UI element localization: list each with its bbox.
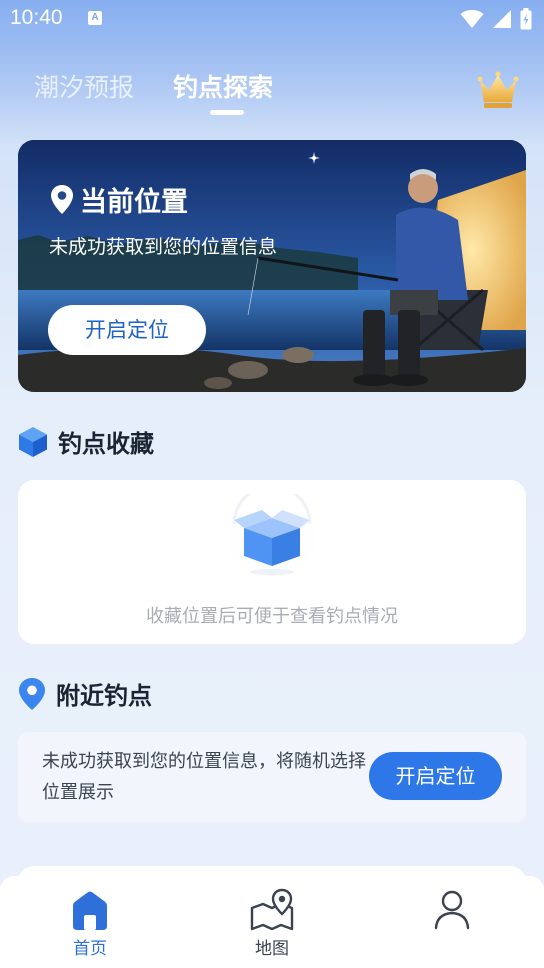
status-time: 10:40 bbox=[10, 6, 63, 29]
battery-icon bbox=[520, 8, 532, 30]
crown-icon[interactable] bbox=[477, 70, 519, 110]
open-box-icon bbox=[224, 494, 320, 578]
hero-title: 当前位置 bbox=[80, 187, 188, 218]
favorites-empty-text: 收藏位置后可便于查看钓点情况 bbox=[146, 606, 398, 627]
signal-icon bbox=[493, 10, 511, 28]
wifi-icon bbox=[460, 9, 484, 28]
nav-map-label: 地图 bbox=[255, 939, 289, 959]
hero-subtitle: 未成功获取到您的位置信息 bbox=[49, 236, 278, 258]
bottom-nav: 首页 地图 bbox=[0, 876, 544, 968]
nearby-section-header: 附近钓点 bbox=[18, 676, 152, 711]
nearby-enable-location-button[interactable]: 开启定位 bbox=[369, 752, 502, 800]
status-icons bbox=[460, 8, 532, 30]
nearby-card: 未成功获取到您的位置信息，将随机选择位置展示 开启定位 bbox=[18, 732, 526, 822]
location-pin-icon bbox=[19, 677, 45, 710]
hero-title-row: 当前位置 bbox=[50, 180, 188, 219]
top-tabs: 潮汐预报 钓点探索 bbox=[0, 62, 544, 122]
tab-spot-explore[interactable]: 钓点探索 bbox=[173, 68, 273, 104]
current-location-banner: 当前位置 未成功获取到您的位置信息 开启定位 bbox=[18, 140, 526, 392]
tab-tide-forecast[interactable]: 潮汐预报 bbox=[34, 68, 134, 104]
user-icon bbox=[434, 890, 470, 930]
favorites-section-header: 钓点收藏 bbox=[18, 424, 154, 459]
enable-location-button[interactable]: 开启定位 bbox=[48, 305, 206, 355]
nav-home-label: 首页 bbox=[73, 939, 107, 959]
nearby-message: 未成功获取到您的位置信息，将随机选择位置展示 bbox=[42, 751, 366, 803]
home-icon bbox=[73, 891, 107, 930]
cube-icon bbox=[19, 426, 47, 457]
nearby-title: 附近钓点 bbox=[56, 682, 152, 710]
favorites-card: 收藏位置后可便于查看钓点情况 bbox=[18, 480, 526, 644]
location-pin-icon bbox=[51, 184, 73, 214]
tab-active-indicator bbox=[210, 110, 244, 115]
nav-home[interactable]: 首页 bbox=[40, 888, 140, 959]
status-bar: 10:40 A bbox=[0, 0, 544, 36]
notification-badge: A bbox=[88, 11, 102, 25]
map-icon bbox=[250, 888, 294, 931]
nav-profile[interactable] bbox=[402, 888, 502, 932]
favorites-title: 钓点收藏 bbox=[58, 430, 154, 458]
nav-map[interactable]: 地图 bbox=[222, 888, 322, 959]
